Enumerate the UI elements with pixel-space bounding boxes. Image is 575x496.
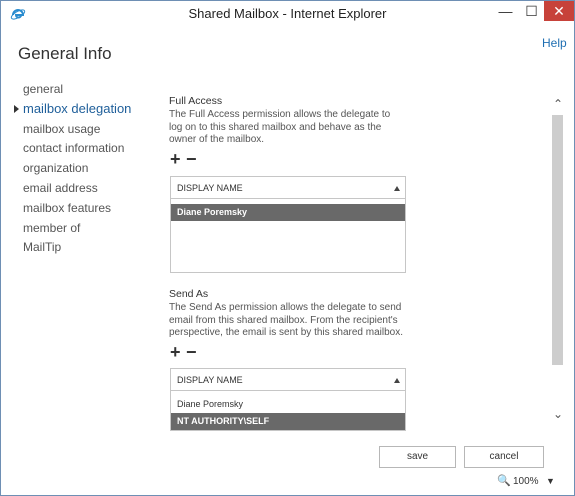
full-access-section: Full Access The Full Access permission a… [169,95,409,147]
send-as-description: The Send As permission allows the delega… [169,302,403,338]
remove-icon[interactable]: − [186,150,202,168]
full-access-add-remove: + − [170,150,202,168]
nav-item-mailbox-delegation[interactable]: mailbox delegation [14,101,154,121]
close-button[interactable]: ✕ [544,1,574,21]
table-row[interactable]: Diane Poremsky [171,204,405,221]
send-as-add-remove: + − [170,343,202,361]
nav-item-mailtip[interactable]: MailTip [14,239,154,259]
nav-item-label: mailbox delegation [23,100,132,116]
scroll-down-icon[interactable]: ⌄ [553,407,563,421]
nav-item-general[interactable]: general [14,81,154,101]
scroll-up-icon[interactable]: ⌃ [553,97,563,111]
chevron-down-icon[interactable]: ▼ [546,476,555,486]
add-icon[interactable]: + [170,343,186,361]
cancel-button[interactable]: cancel [464,446,544,468]
zoom-level[interactable]: 100% [513,476,539,487]
nav-item-label: contact information [23,141,125,156]
nav-item-label: mailbox usage [23,121,101,136]
nav-item-organization[interactable]: organization [14,160,154,180]
send-as-section: Send As The Send As permission allows th… [169,288,409,340]
nav-item-member-of[interactable]: member of [14,220,154,240]
send-as-list: DISPLAY NAME Diane Poremsky NT AUTHORITY… [170,368,406,431]
remove-icon[interactable]: − [186,343,202,361]
maximize-button[interactable]: ☐ [518,1,545,22]
title-bar: Shared Mailbox - Internet Explorer — ☐ ✕ [1,1,574,27]
nav-item-label: mailbox features [23,200,112,215]
nav-item-mailbox-features[interactable]: mailbox features [14,200,154,220]
column-header-label: DISPLAY NAME [177,183,243,193]
nav-item-contact-information[interactable]: contact information [14,140,154,160]
nav-item-label: member of [23,220,81,235]
full-access-list: DISPLAY NAME Diane Poremsky [170,176,406,273]
full-access-title: Full Access [169,95,223,107]
scroll-thumb[interactable] [552,115,563,365]
nav-item-label: email address [23,180,98,195]
column-header-display-name[interactable]: DISPLAY NAME [171,369,405,391]
add-icon[interactable]: + [170,150,186,168]
help-link[interactable]: Help [542,36,567,50]
vertical-scrollbar[interactable]: ⌃ ⌄ [550,95,566,423]
nav-item-label: organization [23,161,89,176]
browser-window: Shared Mailbox - Internet Explorer — ☐ ✕… [0,0,575,496]
nav-item-mailbox-usage[interactable]: mailbox usage [14,121,154,141]
table-row[interactable]: NT AUTHORITY\SELF [171,413,405,430]
minimize-button[interactable]: — [492,1,519,22]
window-title: Shared Mailbox - Internet Explorer [188,6,387,21]
status-bar: 🔍 100% ▼ [1,471,574,495]
save-button[interactable]: save [379,446,456,468]
sort-ascending-icon [394,186,400,191]
nav-item-email-address[interactable]: email address [14,180,154,200]
column-header-display-name[interactable]: DISPLAY NAME [171,177,405,199]
nav-item-label: MailTip [23,240,62,255]
sidebar-nav: general mailbox delegation mailbox usage… [14,81,154,259]
selected-arrow-icon [14,104,19,113]
full-access-description: The Full Access permission allows the de… [169,109,391,145]
table-row[interactable]: Diane Poremsky [171,396,405,413]
send-as-title: Send As [169,288,209,300]
column-header-label: DISPLAY NAME [177,375,243,385]
page-title: General Info [18,44,112,63]
nav-item-label: general [23,82,64,96]
sort-ascending-icon [394,378,400,383]
zoom-icon[interactable]: 🔍 [497,474,511,487]
